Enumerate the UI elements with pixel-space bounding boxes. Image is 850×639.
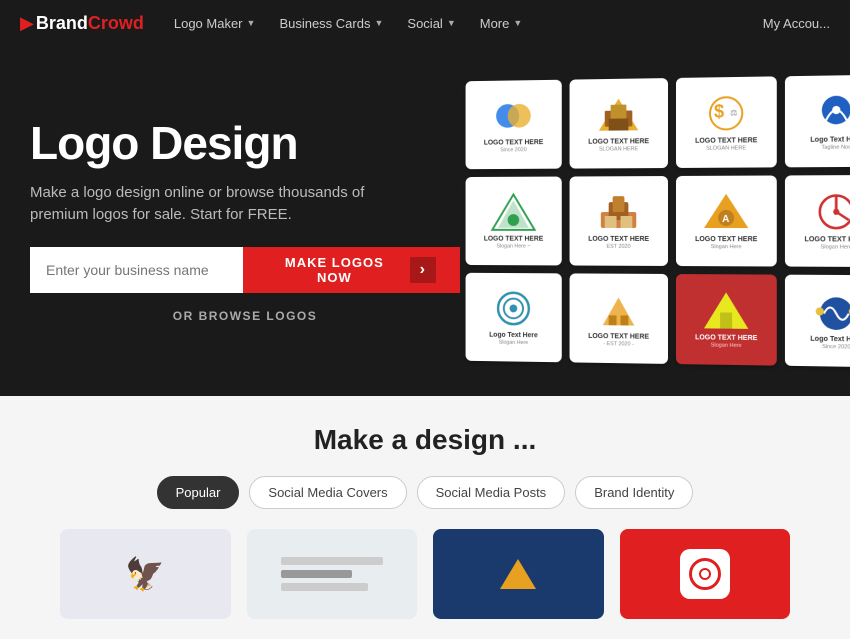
- bottom-card-4[interactable]: [620, 529, 791, 619]
- tab-popular[interactable]: Popular: [157, 476, 240, 509]
- design-section: Make a design ... Popular Social Media C…: [0, 396, 850, 639]
- bottom-cards: 🦅: [30, 529, 820, 619]
- svg-text:A: A: [722, 214, 729, 225]
- bird-icon: 🦅: [125, 555, 165, 593]
- logo-grid: LOGO TEXT HERE Since 2020 LOGO TEXT HERE…: [466, 75, 850, 368]
- hero-title: Logo Design: [30, 119, 460, 167]
- bottom-card-3[interactable]: [433, 529, 604, 619]
- arrow-right-icon: ›: [410, 257, 436, 283]
- logo-card[interactable]: $ ⚖ LOGO TEXT HERE SLOGAN HERE: [676, 76, 777, 168]
- bottom-card-2[interactable]: [247, 529, 418, 619]
- tab-brand-identity[interactable]: Brand Identity: [575, 476, 693, 509]
- instagram-card-icon: [680, 549, 730, 599]
- logo-card[interactable]: Logo Text Here Slogan Here: [466, 273, 562, 362]
- hero-section: Logo Design Make a logo design online or…: [0, 46, 850, 396]
- nav-logo-maker[interactable]: Logo Maker ▼: [164, 10, 266, 37]
- brand-name-brand: Brand: [36, 13, 88, 34]
- brand-name-crowd: Crowd: [88, 13, 144, 34]
- chevron-down-icon: ▼: [374, 18, 383, 28]
- chevron-down-icon: ▼: [247, 18, 256, 28]
- tab-social-media-covers[interactable]: Social Media Covers: [249, 476, 406, 509]
- hero-input-row: MAKE LOGOS NOW ›: [30, 247, 460, 293]
- my-account-link[interactable]: My Accou...: [763, 16, 830, 31]
- brand-logo[interactable]: ▶ Brand Crowd: [20, 13, 144, 34]
- tab-social-media-posts[interactable]: Social Media Posts: [417, 476, 566, 509]
- card3-shapes: [500, 559, 536, 589]
- logo-card[interactable]: LOGO TEXT HERE SLOGAN HERE: [570, 78, 668, 169]
- browse-logos-link[interactable]: OR BROWSE LOGOS: [30, 309, 460, 323]
- logo-card[interactable]: LOGO TEXT HERE - EST 2020 -: [570, 273, 668, 364]
- card-lines: [281, 557, 383, 591]
- logo-card[interactable]: LOGO TEXT HERE Slogan Here: [785, 175, 850, 267]
- logo-card[interactable]: A LOGO TEXT HERE Slogan Here: [676, 175, 777, 266]
- nav-more[interactable]: More ▼: [470, 10, 533, 37]
- bottom-card-1[interactable]: 🦅: [60, 529, 231, 619]
- hero-subtitle: Make a logo design online or browse thou…: [30, 182, 400, 227]
- svg-text:$: $: [714, 101, 724, 121]
- business-name-input[interactable]: [30, 247, 243, 293]
- hero-right: LOGO TEXT HERE Since 2020 LOGO TEXT HERE…: [460, 76, 850, 366]
- nav-links: Logo Maker ▼ Business Cards ▼ Social ▼ M…: [164, 10, 763, 37]
- svg-text:⚖: ⚖: [730, 108, 737, 117]
- chevron-down-icon: ▼: [513, 18, 522, 28]
- chevron-down-icon: ▼: [447, 18, 456, 28]
- logo-card[interactable]: Logo Text Here Tagline Noc: [785, 75, 850, 168]
- hero-left: Logo Design Make a logo design online or…: [30, 119, 460, 322]
- logo-card[interactable]: LOGO TEXT HERE Slogan Here: [676, 274, 777, 366]
- navbar: ▶ Brand Crowd Logo Maker ▼ Business Card…: [0, 0, 850, 46]
- design-section-title: Make a design ...: [30, 424, 820, 456]
- nav-social[interactable]: Social ▼: [397, 10, 465, 37]
- logo-card[interactable]: LOGO TEXT HERE Slogan Here ~: [466, 177, 562, 266]
- brand-icon: ▶: [20, 13, 34, 34]
- design-tabs: Popular Social Media Covers Social Media…: [30, 476, 820, 509]
- make-logos-button[interactable]: MAKE LOGOS NOW ›: [243, 247, 460, 293]
- logo-card[interactable]: LOGO TEXT HERE EST 2020: [570, 176, 668, 266]
- logo-card[interactable]: LOGO TEXT HERE Since 2020: [466, 80, 562, 169]
- logo-card[interactable]: Logo Text Here Since 2020: [785, 275, 850, 368]
- nav-business-cards[interactable]: Business Cards ▼: [269, 10, 393, 37]
